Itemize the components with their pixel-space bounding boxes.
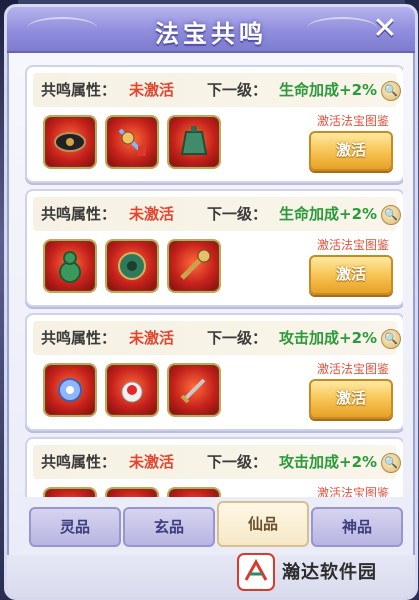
activate-codex-link[interactable]: 激活法宝图鉴 <box>317 236 389 253</box>
resonance-list[interactable]: 共鸣属性： 未激活 下一级： 生命加成+2% 🔍 激活法宝图鉴 激活 共鸣属性：… <box>25 65 403 497</box>
activate-button[interactable]: 激活 <box>309 379 393 419</box>
next-level-label: 下一级： <box>207 205 268 223</box>
resonance-card: 共鸣属性： 未激活 下一级： 攻击加成+2% 🔍 激活法宝图鉴 激活 <box>25 313 403 431</box>
treasure-slot-icon[interactable] <box>167 487 221 497</box>
watermark-logo-icon <box>237 553 275 591</box>
next-level-label: 下一级： <box>207 453 268 471</box>
magnifier-icon[interactable]: 🔍 <box>381 453 401 473</box>
resonance-attr-label: 共鸣属性： <box>41 453 117 471</box>
card-header: 共鸣属性： 未激活 下一级： 生命加成+2% 🔍 <box>33 197 401 231</box>
magnifier-icon[interactable]: 🔍 <box>381 205 401 225</box>
watermark-text: 瀚达软件园 <box>282 562 377 583</box>
card-header: 共鸣属性： 未激活 下一级： 生命加成+2% 🔍 <box>33 73 401 107</box>
activate-button[interactable]: 激活 <box>309 255 393 295</box>
next-level-label: 下一级： <box>207 329 268 347</box>
next-level-value: 生命加成+2% <box>279 81 378 99</box>
resonance-attr-label: 共鸣属性： <box>41 81 117 99</box>
window-title: 法宝共鸣 <box>155 20 267 48</box>
next-level-label: 下一级： <box>207 81 268 99</box>
golden-staff-treasure-icon[interactable] <box>167 239 221 293</box>
watermark: 瀚达软件园 <box>236 552 402 592</box>
resonance-card: 共鸣属性： 未激活 下一级： 生命加成+2% 🔍 激活法宝图鉴 激活 <box>25 189 403 307</box>
gourd-treasure-icon[interactable] <box>43 239 97 293</box>
tab-xuan[interactable]: 玄品 <box>123 507 215 547</box>
grade-tabs: 灵品 玄品 仙品 神品 <box>25 501 403 549</box>
next-level-value: 生命加成+2% <box>279 205 378 223</box>
activate-codex-link[interactable]: 激活法宝图鉴 <box>317 360 389 377</box>
resonance-panel: 法宝共鸣 ✕ 共鸣属性： 未激活 下一级： 生命加成+2% 🔍 激活法宝图鉴 激… <box>4 4 418 600</box>
resonance-attr-value: 未激活 <box>129 205 175 223</box>
resonance-card: 共鸣属性： 未激活 下一级： 生命加成+2% 🔍 激活法宝图鉴 激活 <box>25 65 403 183</box>
title-bar: 法宝共鸣 ✕ <box>7 7 415 53</box>
card-header: 共鸣属性： 未激活 下一级： 攻击加成+2% 🔍 <box>33 321 401 355</box>
treasure-slot-icon[interactable] <box>105 487 159 497</box>
black-fan-treasure-icon[interactable] <box>43 115 97 169</box>
resonance-attr-value: 未激活 <box>129 81 175 99</box>
close-icon[interactable]: ✕ <box>369 13 401 45</box>
magnifier-icon[interactable]: 🔍 <box>381 329 401 349</box>
resonance-attr-label: 共鸣属性： <box>41 329 117 347</box>
resonance-attr-label: 共鸣属性： <box>41 205 117 223</box>
next-level-value: 攻击加成+2% <box>279 329 378 347</box>
tab-shen[interactable]: 神品 <box>311 507 403 547</box>
tab-ling[interactable]: 灵品 <box>29 507 121 547</box>
sword-treasure-icon[interactable] <box>167 363 221 417</box>
treasure-slot-icon[interactable] <box>43 487 97 497</box>
magnifier-icon[interactable]: 🔍 <box>381 81 401 101</box>
resonance-card: 共鸣属性： 未激活 下一级： 攻击加成+2% 🔍 激活法宝图鉴 激活 <box>25 437 403 497</box>
resonance-attr-value: 未激活 <box>129 453 175 471</box>
bell-tassel-treasure-icon[interactable] <box>105 115 159 169</box>
jade-bell-treasure-icon[interactable] <box>167 115 221 169</box>
resonance-attr-value: 未激活 <box>129 329 175 347</box>
red-pearl-treasure-icon[interactable] <box>105 363 159 417</box>
blue-spirit-treasure-icon[interactable] <box>43 363 97 417</box>
activate-codex-link[interactable]: 激活法宝图鉴 <box>317 112 389 129</box>
next-level-value: 攻击加成+2% <box>279 453 378 471</box>
jade-ring-treasure-icon[interactable] <box>105 239 159 293</box>
tab-xian[interactable]: 仙品 <box>217 501 309 547</box>
card-header: 共鸣属性： 未激活 下一级： 攻击加成+2% 🔍 <box>33 445 401 479</box>
activate-codex-link[interactable]: 激活法宝图鉴 <box>317 484 389 497</box>
activate-button[interactable]: 激活 <box>309 131 393 171</box>
